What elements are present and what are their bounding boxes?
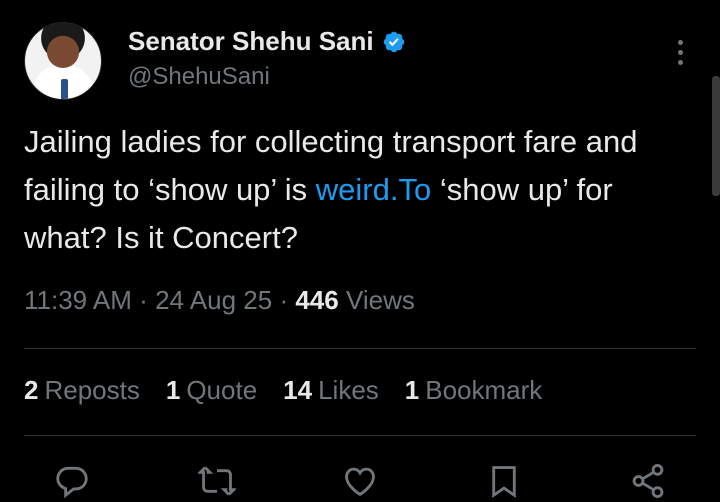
heart-icon [345,467,375,497]
bookmark-button[interactable] [482,462,526,502]
divider [24,348,696,349]
avatar[interactable] [24,22,102,100]
likes-stat[interactable]: 14 Likes [283,375,379,406]
likes-count: 14 [283,375,313,405]
views-count: 446 [295,285,339,315]
bookmark-icon [492,466,516,498]
reply-button[interactable] [50,462,94,502]
tweet-date[interactable]: 24 Aug 25 [155,285,272,315]
share-button[interactable] [626,462,670,502]
tweet-time[interactable]: 11:39 AM [24,285,132,315]
repost-button[interactable] [195,462,239,502]
quotes-label: Quote [186,375,258,405]
meta-separator: · [139,285,148,315]
more-options-icon[interactable] [670,40,690,68]
bookmarks-stat[interactable]: 1 Bookmark [405,375,543,406]
tweet-meta: 11:39 AM · 24 Aug 25 · 446 Views [24,285,415,316]
scrollbar[interactable] [712,76,720,196]
author-name-row: Senator Shehu Sani [128,26,406,57]
avatar-tie [61,79,68,99]
author-handle[interactable]: @ShehuSani [128,63,270,91]
likes-label: Likes [318,375,379,405]
reply-icon [56,466,88,499]
views-label: Views [345,285,415,315]
reposts-stat[interactable]: 2 Reposts [24,375,140,406]
share-icon [632,464,664,498]
tweet-text: Jailing ladies for collecting transport … [24,118,694,262]
quotes-stat[interactable]: 1 Quote [166,375,257,406]
quotes-count: 1 [165,375,181,405]
divider [24,435,696,436]
reposts-label: Reposts [44,375,140,405]
bookmarks-count: 1 [404,375,420,405]
engagement-stats: 2 Reposts 1 Quote 14 Likes 1 Bookmark [24,375,542,406]
tweet-link[interactable]: weird.To [316,172,431,207]
bookmarks-label: Bookmark [425,375,543,405]
verified-badge-icon [383,31,404,52]
like-button[interactable] [338,462,382,502]
reposts-count: 2 [24,375,39,405]
author-display-name[interactable]: Senator Shehu Sani [128,26,374,57]
action-bar [0,462,720,502]
meta-separator: · [279,285,289,315]
repost-icon [198,466,236,496]
